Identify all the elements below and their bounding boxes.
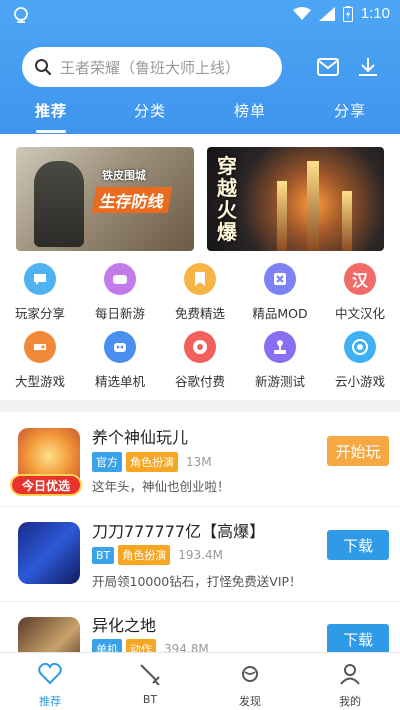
search-placeholder: 王者荣耀（鲁班大师上线） [60, 58, 241, 77]
game-tag: 官方 [92, 452, 122, 472]
game-description: 开局领10000钻石，打怪免费送VIP！ [92, 574, 302, 589]
category-label: 云小游戏 [334, 374, 385, 389]
status-bar: 1:10 [0, 0, 400, 30]
category-label: 玩家分享 [14, 306, 65, 321]
category-daily-new[interactable]: 每日新游 [80, 263, 160, 322]
category-single-player[interactable]: 精选单机 [80, 331, 160, 390]
tab-share[interactable]: 分享 [315, 100, 385, 121]
game-list-item[interactable]: 刀刀777777亿【高爆】 BT 角色扮演 193.4M 开局领10000钻石，… [0, 507, 400, 601]
category-label: 大型游戏 [14, 374, 65, 389]
game-tag: 动作 [126, 639, 156, 652]
game-tag: 角色扮演 [118, 545, 171, 565]
game-tag: 角色扮演 [126, 452, 178, 472]
banner-brand: 铁皮围城 [102, 169, 146, 182]
banner-soldier-figure [34, 161, 84, 247]
game-title: 刀刀777777亿【高爆】 [92, 522, 266, 541]
banner-spire [342, 191, 352, 251]
download-button[interactable]: 下载 [327, 624, 389, 652]
nav-bt[interactable]: BT [120, 663, 180, 706]
game-tags: 单机 动作 394.8M [92, 639, 209, 652]
chrome-icon [184, 331, 216, 363]
category-label: 免费精选 [174, 306, 225, 321]
game-tags: BT 角色扮演 193.4M [92, 545, 223, 565]
tab-ranking[interactable]: 榜单 [215, 100, 285, 121]
status-time: 1:10 [360, 5, 390, 22]
category-label: 每日新游 [94, 306, 145, 321]
game-size: 193.4M [178, 548, 223, 562]
controller-icon [24, 331, 56, 363]
today-pick-badge: 今日优选 [10, 474, 82, 496]
han-character-icon: 汉 [344, 263, 376, 295]
category-label: 精品MOD [252, 306, 308, 321]
play-button[interactable]: 开始玩 [327, 436, 389, 466]
message-icon[interactable] [316, 55, 340, 79]
category-player-share[interactable]: 玩家分享 [0, 263, 80, 322]
game-title: 养个神仙玩儿 [92, 428, 189, 447]
battery-icon [342, 5, 353, 22]
game-size: 394.8M [164, 642, 209, 652]
category-label: 谷歌付费 [174, 374, 225, 389]
game-icon [18, 522, 80, 584]
tab-category[interactable]: 分类 [115, 100, 185, 121]
game-size: 13M [186, 455, 212, 469]
banner-shooter-game[interactable]: 铁皮围城 生存防线 [16, 147, 194, 251]
game-description: 这年头，神仙也创业啦！ [92, 479, 230, 494]
search-icon [35, 59, 52, 76]
robot-icon [104, 331, 136, 363]
bookmark-icon [184, 263, 216, 295]
wifi-icon [292, 6, 311, 20]
nav-label: 我的 [339, 695, 361, 708]
download-button[interactable]: 下载 [327, 530, 389, 560]
bottom-navigation: 推荐 BT 发现 我的 [0, 652, 400, 710]
category-chinese[interactable]: 汉 中文汉化 [320, 263, 400, 322]
category-mod[interactable]: 精品MOD [240, 263, 320, 322]
banner-spire [277, 181, 287, 251]
gamepad-icon [104, 263, 136, 295]
category-label: 中文汉化 [334, 306, 385, 321]
top-tabs: 推荐 分类 榜单 分享 [0, 100, 400, 134]
category-large-games[interactable]: 大型游戏 [0, 331, 80, 390]
section-divider [0, 400, 400, 412]
game-tag: 单机 [92, 639, 122, 652]
banner-spire [307, 161, 319, 251]
game-icon [18, 617, 80, 652]
download-icon[interactable] [356, 55, 380, 79]
banner-fantasy-game[interactable]: 穿越火爆 [207, 147, 384, 251]
target-icon [344, 331, 376, 363]
notification-icon [14, 7, 28, 23]
category-label: 新游测试 [254, 374, 305, 389]
planet-icon [242, 666, 258, 682]
tab-recommend[interactable]: 推荐 [16, 100, 86, 121]
banner-title: 生存防线 [91, 187, 173, 213]
category-cloud-games[interactable]: 云小游戏 [320, 331, 400, 390]
search-input[interactable]: 王者荣耀（鲁班大师上线） [22, 47, 282, 87]
nav-label: BT [142, 693, 158, 706]
heart-icon [38, 662, 62, 685]
game-list-item[interactable]: 异化之地 单机 动作 394.8M 下载 [0, 602, 400, 652]
mod-box-icon [264, 263, 296, 295]
category-new-test[interactable]: 新游测试 [240, 331, 320, 390]
nav-label: 推荐 [39, 695, 61, 708]
banner-title: 穿越火爆 [217, 154, 237, 244]
signal-icon [318, 6, 335, 21]
category-free-picks[interactable]: 免费精选 [160, 263, 240, 322]
user-icon [340, 664, 360, 685]
active-tab-indicator [36, 130, 66, 133]
chat-bubble-icon [24, 263, 56, 295]
nav-profile[interactable]: 我的 [320, 663, 380, 709]
joystick-icon [264, 331, 296, 363]
app-header: 1:10 王者荣耀（鲁班大师上线） 推荐 分类 榜单 分享 [0, 0, 400, 134]
nav-label: 发现 [239, 695, 261, 708]
nav-discover[interactable]: 发现 [220, 663, 280, 709]
game-tag: BT [92, 546, 115, 564]
game-tags: 官方 角色扮演 13M [92, 452, 212, 472]
category-label: 精选单机 [94, 374, 145, 389]
sword-icon [140, 664, 160, 686]
category-google-paid[interactable]: 谷歌付费 [160, 331, 240, 390]
game-title: 异化之地 [92, 616, 157, 635]
nav-recommend[interactable]: 推荐 [20, 662, 80, 709]
